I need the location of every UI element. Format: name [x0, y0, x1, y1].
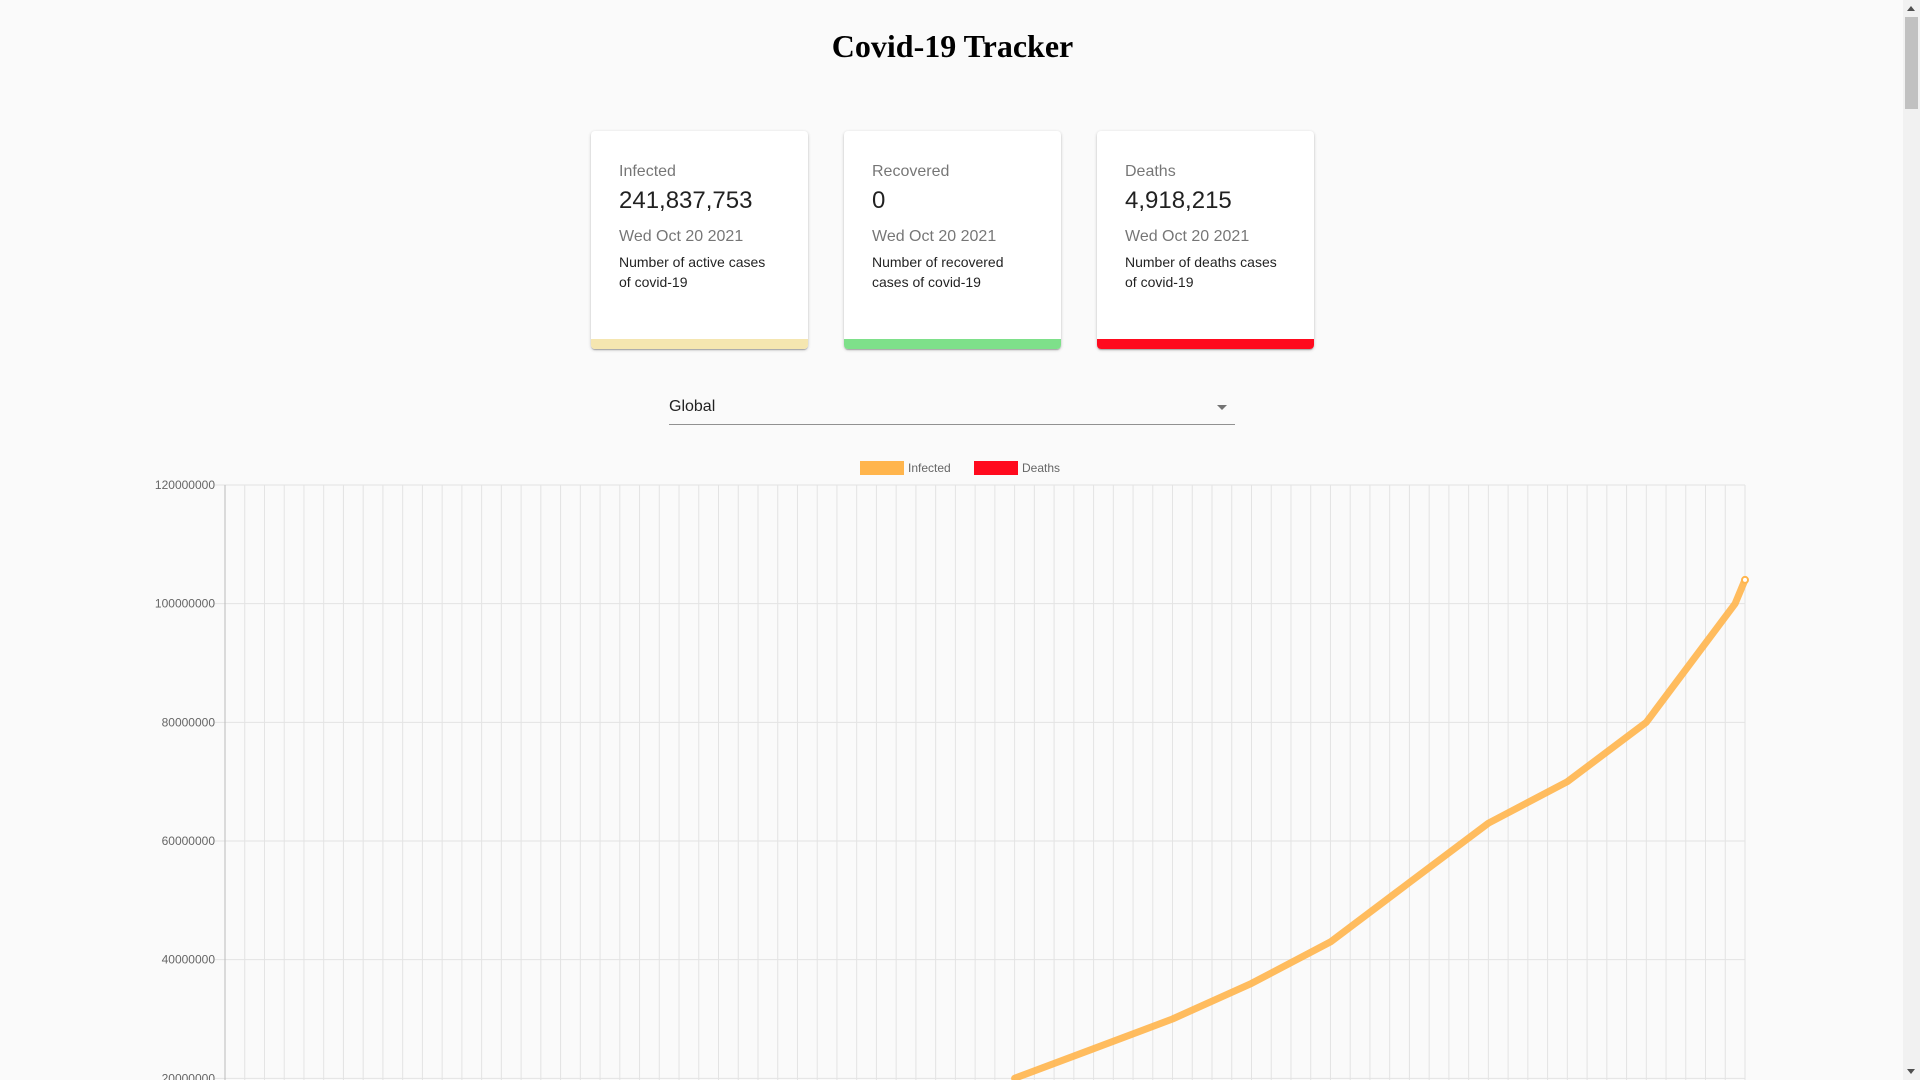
- card-value: 0: [872, 187, 886, 214]
- deaths-card: Deaths 4,918,215 Wed Oct 20 2021 Number …: [1097, 131, 1314, 349]
- y-tick-label: 20000000: [162, 1071, 216, 1080]
- scrollbar-thumb[interactable]: [1905, 17, 1918, 109]
- infected-card: Infected 241,837,753 Wed Oct 20 2021 Num…: [591, 131, 808, 349]
- y-tick-label: 60000000: [162, 834, 216, 848]
- legend-swatch: [860, 461, 904, 475]
- country-select-value: Global: [669, 398, 716, 415]
- page-title: Covid-19 Tracker: [831, 28, 1074, 64]
- series-line: [1011, 576, 1749, 1080]
- legend-label: Deaths: [1022, 461, 1060, 475]
- card-description: Number of recovered cases of covid-19: [872, 253, 1004, 290]
- card-color-bar: [844, 339, 1061, 349]
- card-date: Wed Oct 20 2021: [619, 227, 744, 245]
- y-tick-label: 40000000: [162, 953, 216, 967]
- card-date: Wed Oct 20 2021: [872, 227, 997, 245]
- y-tick-label: 120000000: [155, 478, 215, 492]
- y-tick-label: 80000000: [162, 715, 216, 729]
- country-select[interactable]: Global: [669, 396, 1235, 425]
- recovered-card: Recovered 0 Wed Oct 20 2021 Number of re…: [844, 131, 1061, 349]
- legend-swatch: [974, 461, 1018, 475]
- scroll-down-arrow-icon[interactable]: [1907, 1069, 1915, 1074]
- series-point: [1741, 575, 1749, 584]
- y-tick-label: 100000000: [155, 597, 215, 611]
- scroll-up-arrow-icon[interactable]: [1907, 6, 1915, 11]
- card-label: Deaths: [1125, 163, 1176, 180]
- card-color-bar: [1097, 339, 1314, 349]
- chevron-down-icon: [1217, 405, 1227, 410]
- card-label: Recovered: [872, 163, 950, 180]
- legend-label: Infected: [908, 461, 951, 475]
- card-date: Wed Oct 20 2021: [1125, 227, 1250, 245]
- card-color-bar: [591, 339, 808, 349]
- card-value: 241,837,753: [619, 187, 753, 214]
- card-description: Number of active cases of covid-19: [619, 253, 766, 290]
- card-value: 4,918,215: [1125, 187, 1232, 214]
- card-description: Number of deaths cases of covid-19: [1125, 253, 1277, 290]
- cases-line-chart: 120000000 100000000 80000000 60000000 400000…: [155, 461, 1749, 1080]
- page: Covid-19 Tracker Infected 241,837,753 We…: [0, 0, 1920, 1080]
- card-label: Infected: [619, 163, 676, 180]
- page-scrollbar[interactable]: [1903, 0, 1920, 1080]
